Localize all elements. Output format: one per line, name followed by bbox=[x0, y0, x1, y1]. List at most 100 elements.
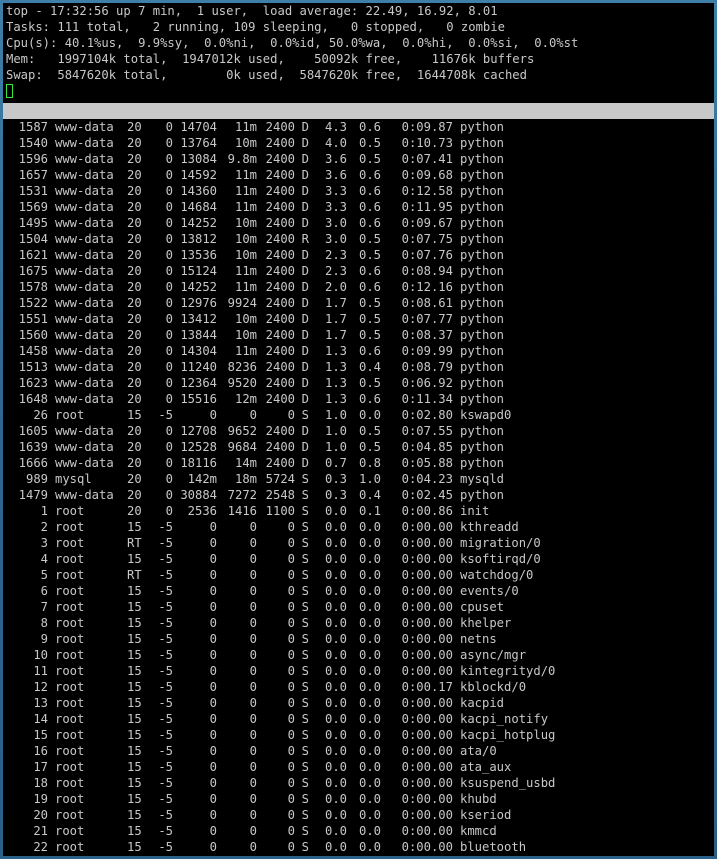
nice-cell: -5 bbox=[158, 568, 173, 582]
time-cell: 0:10.73 bbox=[401, 136, 453, 150]
state-cell: S bbox=[301, 552, 309, 566]
res-cell: 11m bbox=[234, 120, 257, 134]
user-cell: www-data bbox=[55, 344, 114, 358]
shr-cell: 2400 bbox=[265, 200, 295, 214]
shr-cell: 1100 bbox=[265, 504, 295, 518]
time-cell: 0:02.80 bbox=[401, 408, 453, 422]
pid-cell: 1504 bbox=[18, 232, 48, 246]
res-cell: 10m bbox=[234, 232, 257, 246]
time-cell: 0:09.99 bbox=[401, 344, 453, 358]
nice-cell: -5 bbox=[158, 600, 173, 614]
state-cell: S bbox=[301, 488, 309, 502]
state-cell: S bbox=[301, 808, 309, 822]
table-row: 10 root 15 -5 0 0 0 S 0.0 0.0 0:00.00 async/mgr bbox=[3, 647, 714, 663]
time-cell: 0:00.00 bbox=[401, 568, 453, 582]
res-cell: 14m bbox=[234, 456, 257, 470]
nice-cell: 0 bbox=[165, 376, 173, 390]
res-cell: 0 bbox=[249, 792, 257, 806]
pid-cell: 10 bbox=[33, 648, 48, 662]
state-cell: D bbox=[301, 328, 309, 342]
priority-cell: 15 bbox=[127, 648, 142, 662]
cpu-cell: 0.0 bbox=[324, 712, 347, 726]
virt-cell: 0 bbox=[209, 696, 217, 710]
mem-cell: 0.0 bbox=[358, 728, 381, 742]
nice-cell: -5 bbox=[158, 520, 173, 534]
nice-cell: 0 bbox=[165, 488, 173, 502]
time-cell: 0:12.58 bbox=[401, 184, 453, 198]
command-cell: python bbox=[460, 488, 505, 502]
pid-cell: 14 bbox=[33, 712, 48, 726]
terminal-window[interactable]: top - 17:32:56 up 7 min, 1 user, load av… bbox=[3, 3, 714, 856]
nice-cell: -5 bbox=[158, 776, 173, 790]
priority-cell: 20 bbox=[127, 392, 142, 406]
priority-cell: 20 bbox=[127, 248, 142, 262]
cpu-cell: 1.3 bbox=[324, 392, 347, 406]
shr-cell: 0 bbox=[287, 552, 295, 566]
command-cell: python bbox=[460, 232, 505, 246]
virt-cell: 0 bbox=[209, 552, 217, 566]
mem-cell: 0.4 bbox=[358, 488, 381, 502]
table-row: 1560 www-data 20 0 13844 10m 2400 D 1.7 0.5 0:08.3… bbox=[3, 327, 714, 343]
state-cell: S bbox=[301, 824, 309, 838]
res-cell: 0 bbox=[249, 520, 257, 534]
res-cell: 0 bbox=[249, 552, 257, 566]
mem-cell: 0.0 bbox=[358, 568, 381, 582]
command-cell: bluetooth bbox=[460, 840, 527, 854]
nice-cell: -5 bbox=[158, 744, 173, 758]
shr-cell: 2400 bbox=[265, 264, 295, 278]
virt-cell: 0 bbox=[209, 792, 217, 806]
mem-cell: 0.5 bbox=[358, 328, 381, 342]
command-cell: kacpid bbox=[460, 696, 505, 710]
priority-cell: 20 bbox=[127, 472, 142, 486]
command-cell: kmmcd bbox=[460, 824, 497, 838]
nice-cell: 0 bbox=[165, 232, 173, 246]
cpu-cell: 3.6 bbox=[324, 168, 347, 182]
nice-cell: 0 bbox=[165, 424, 173, 438]
priority-cell: 20 bbox=[127, 424, 142, 438]
virt-cell: 14252 bbox=[180, 280, 217, 294]
user-cell: www-data bbox=[55, 184, 114, 198]
table-row: 2 root 15 -5 0 0 0 S 0.0 0.0 0:00.00 kthreadd bbox=[3, 519, 714, 535]
table-row: 1504 www-data 20 0 13812 10m 2400 R 3.0 0.5 0:07.7… bbox=[3, 231, 714, 247]
shr-cell: 2400 bbox=[265, 184, 295, 198]
virt-cell: 13764 bbox=[180, 136, 217, 150]
res-cell: 1416 bbox=[227, 504, 257, 518]
time-cell: 0:04.85 bbox=[401, 440, 453, 454]
mem-cell: 0.0 bbox=[358, 520, 381, 534]
priority-cell: 20 bbox=[127, 200, 142, 214]
command-cell: python bbox=[460, 264, 505, 278]
res-cell: 0 bbox=[249, 696, 257, 710]
command-cell: python bbox=[460, 152, 505, 166]
table-row: 8 root 15 -5 0 0 0 S 0.0 0.0 0:00.00 khelper bbox=[3, 615, 714, 631]
command-prompt-line[interactable] bbox=[3, 83, 714, 99]
nice-cell: 0 bbox=[165, 280, 173, 294]
res-cell: 0 bbox=[249, 648, 257, 662]
nice-cell: 0 bbox=[165, 120, 173, 134]
virt-cell: 0 bbox=[209, 568, 217, 582]
mem-cell: 0.0 bbox=[358, 824, 381, 838]
state-cell: D bbox=[301, 200, 309, 214]
pid-cell: 7 bbox=[40, 600, 48, 614]
nice-cell: -5 bbox=[158, 792, 173, 806]
mem-cell: 0.5 bbox=[358, 440, 381, 454]
cpu-cell: 4.0 bbox=[324, 136, 347, 150]
table-row: 1639 www-data 20 0 12528 9684 2400 D 1.0 0.5 0:04.… bbox=[3, 439, 714, 455]
pid-cell: 20 bbox=[33, 808, 48, 822]
time-cell: 0:00.00 bbox=[401, 712, 453, 726]
shr-cell: 0 bbox=[287, 696, 295, 710]
shr-cell: 2548 bbox=[265, 488, 295, 502]
cpu-cell: 0.0 bbox=[324, 760, 347, 774]
state-cell: D bbox=[301, 184, 309, 198]
mem-cell: 0.0 bbox=[358, 712, 381, 726]
user-cell: root bbox=[55, 504, 85, 518]
cpu-cell: 0.0 bbox=[324, 792, 347, 806]
virt-cell: 14360 bbox=[180, 184, 217, 198]
virt-cell: 0 bbox=[209, 840, 217, 854]
res-cell: 10m bbox=[234, 216, 257, 230]
nice-cell: -5 bbox=[158, 680, 173, 694]
cpu-cell: 3.0 bbox=[324, 232, 347, 246]
priority-cell: 20 bbox=[127, 296, 142, 310]
cpu-cell: 1.0 bbox=[324, 424, 347, 438]
res-cell: 8236 bbox=[227, 360, 257, 374]
pid-cell: 1560 bbox=[18, 328, 48, 342]
